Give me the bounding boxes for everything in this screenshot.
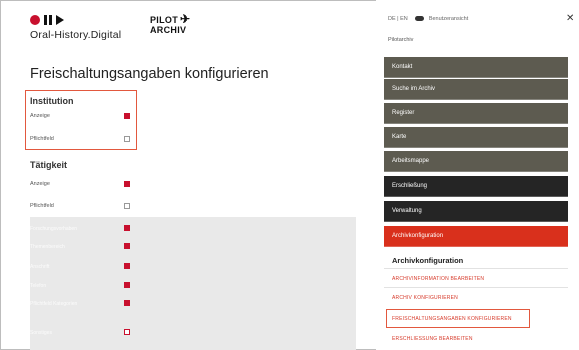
section-title-taetigkeit: Tätigkeit <box>30 160 68 170</box>
row-label: Forschungsvorhaben <box>30 226 77 232</box>
grey-field-row: Themenbereich <box>30 240 134 256</box>
nav-item-label: Archivkonfiguration <box>392 233 444 239</box>
logo-marks <box>30 13 121 27</box>
nav-item-label: Kontakt <box>392 64 413 70</box>
pause-icon <box>44 15 52 25</box>
grey-field-row: Telefon <box>30 279 134 295</box>
plane-icon: ✈ <box>180 12 191 26</box>
nav-item-register[interactable]: Register <box>384 103 568 124</box>
grey-field-row: Anschrift <box>30 260 134 276</box>
row-label: Pflichtfeld <box>30 203 54 209</box>
row-label: Anschrift <box>30 264 50 270</box>
pilot-line2: ARCHIV <box>150 25 187 35</box>
play-icon <box>56 15 64 25</box>
row-label: Sonstiges <box>30 330 52 336</box>
nav-item-label: Karte <box>392 134 407 140</box>
nav-item-label: Erschließung <box>392 183 428 189</box>
divider <box>384 268 568 269</box>
row-label: Telefon <box>30 283 47 289</box>
link-erschliessung-bearbeiten[interactable]: ERSCHLIESSUNG BEARBEITEN <box>392 336 473 342</box>
row-label: Pflichtfeld Kategorien <box>30 301 78 307</box>
nav-item-erschliessung[interactable]: Erschließung <box>384 176 568 197</box>
grey-field-row: Forschungsvorhaben <box>30 222 134 238</box>
grey-field-checkbox[interactable] <box>124 282 130 288</box>
nav-item-karte[interactable]: Karte <box>384 127 568 148</box>
link-archivinformation[interactable]: ARCHIVINFORMATION BEARBEITEN <box>392 276 484 282</box>
oral-history-logo[interactable]: Oral-History.Digital <box>30 13 121 41</box>
pilot-archive-badge[interactable]: PILOT ✈ ARCHIV <box>150 12 191 35</box>
freischaltung-highlight-box <box>386 309 530 328</box>
divider <box>384 287 568 288</box>
row-label: Anzeige <box>30 181 50 187</box>
taetigkeit-pflichtfeld-row: Pflichtfeld <box>30 200 134 216</box>
record-dot-icon <box>30 15 40 25</box>
nav-item-label: Arbeitsmappe <box>392 158 430 164</box>
nav-item-label: Register <box>392 110 415 116</box>
grey-field-checkbox[interactable] <box>124 225 130 231</box>
close-icon[interactable]: ✕ <box>566 13 574 24</box>
grey-field-row: Pflichtfeld Kategorien <box>30 297 134 313</box>
nav-item-kontakt[interactable]: Kontakt <box>384 57 568 78</box>
taetigkeit-anzeige-checkbox[interactable] <box>124 181 130 187</box>
taetigkeit-pflichtfeld-checkbox[interactable] <box>124 203 130 209</box>
nav-item-arbeitsmappe[interactable]: Arbeitsmappe <box>384 151 568 172</box>
nav-item-label: Verwaltung <box>392 208 422 214</box>
sidebar-topbar: DE | EN Benutzeransicht <box>388 16 468 22</box>
link-archiv-konfigurieren[interactable]: ARCHIV KONFIGURIEREN <box>392 295 458 301</box>
row-label: Themenbereich <box>30 244 65 250</box>
taetigkeit-anzeige-row: Anzeige <box>30 178 134 194</box>
language-switch[interactable]: DE | EN <box>388 16 408 22</box>
nav-item-verwaltung[interactable]: Verwaltung <box>384 201 568 222</box>
archive-name: Pilotarchiv <box>388 37 414 43</box>
sidebar: DE | EN Benutzeransicht ✕ Pilotarchiv Ko… <box>376 0 579 350</box>
grey-field-checkbox[interactable] <box>124 243 130 249</box>
grey-field-checkbox[interactable] <box>124 263 130 269</box>
grey-field-checkbox[interactable] <box>124 329 130 335</box>
toggle-icon[interactable] <box>415 16 425 22</box>
nav-item-label: Suche im Archiv <box>392 86 436 92</box>
nav-item-archivkonfiguration[interactable]: Archivkonfiguration <box>384 226 568 247</box>
logo-text: Oral-History.Digital <box>30 29 122 41</box>
nav-item-suche[interactable]: Suche im Archiv <box>384 79 568 100</box>
grey-field-checkbox[interactable] <box>124 300 130 306</box>
institution-highlight-box <box>25 90 137 150</box>
page-title: Freischaltungsangaben konfigurieren <box>30 66 269 82</box>
view-toggle-label: Benutzeransicht <box>428 16 469 22</box>
config-heading: Archivkonfiguration <box>392 256 464 265</box>
pilot-line1: PILOT <box>150 15 178 25</box>
grey-field-row: Sonstiges <box>30 326 134 342</box>
